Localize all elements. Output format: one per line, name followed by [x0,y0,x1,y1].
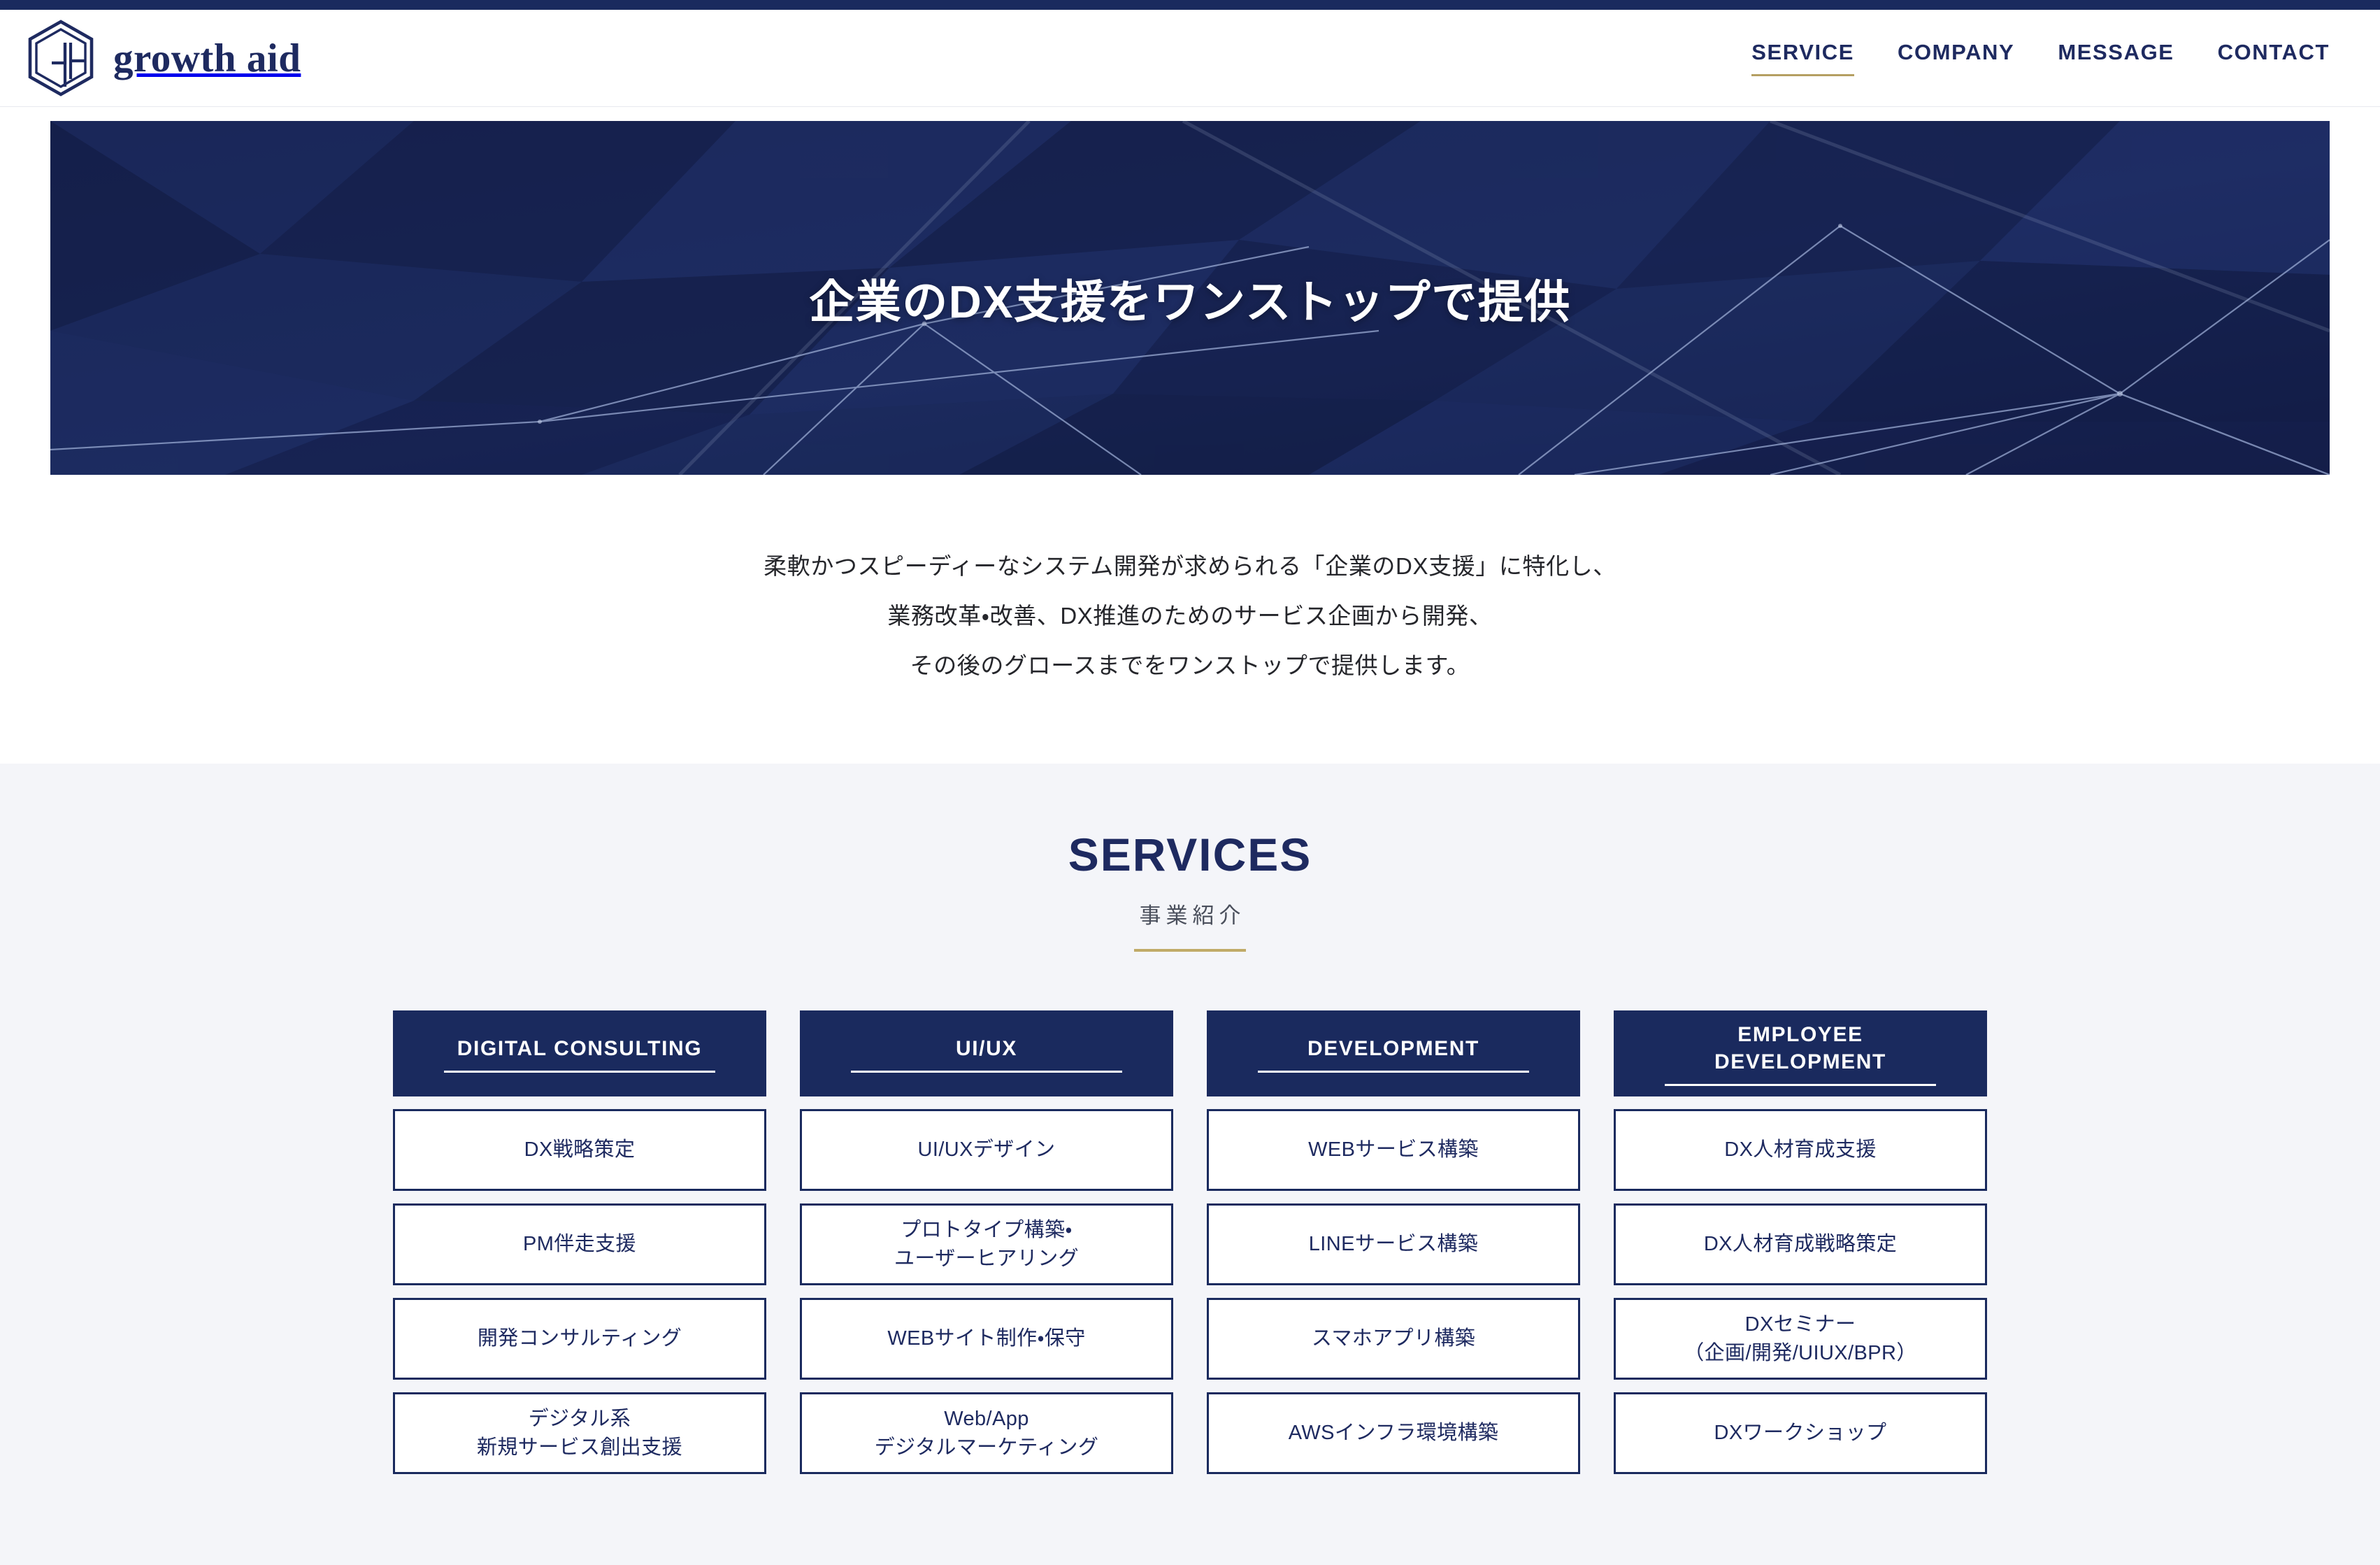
service-card-header: EMPLOYEE DEVELOPMENT [1614,1010,1987,1097]
service-card-header-rule [444,1070,715,1073]
nav-item-service[interactable]: SERVICE [1751,40,1854,76]
service-item[interactable]: WEBサービス構築 [1207,1109,1580,1192]
service-card-employee-development: EMPLOYEE DEVELOPMENT DX人材育成支援 DX人材育成戦略策定… [1614,1010,1987,1475]
service-card-header: DEVELOPMENT [1207,1010,1580,1097]
nav-item-contact[interactable]: CONTACT [2218,40,2330,76]
service-item-label: 開発コンサルティング [477,1327,682,1350]
service-item[interactable]: UI/UXデザイン [800,1109,1173,1192]
service-item[interactable]: 開発コンサルティング [393,1298,766,1380]
service-item-label: スマホアプリ構築 [1311,1327,1476,1350]
service-item[interactable]: WEBサイト制作・保守 [800,1298,1173,1380]
services-title: SERVICES [1068,828,1312,880]
intro-line-3: その後のグロースまでをワンストップで提供します。 [910,652,1470,678]
service-card-ui-ux: UI/UX UI/UXデザイン プロトタイプ構築・ ユーザーヒアリング WEBサ… [800,1010,1173,1475]
service-item-label: PM伴走支援 [523,1233,636,1256]
service-item[interactable]: DX人材育成戦略策定 [1614,1203,1987,1286]
service-item-label: WEBサービス構築 [1308,1138,1479,1162]
service-item[interactable]: PM伴走支援 [393,1203,766,1286]
service-item[interactable]: Web/App デジタルマーケティング [800,1392,1173,1475]
service-card-header-rule [1258,1070,1529,1073]
service-item[interactable]: DXワークショップ [1614,1392,1987,1475]
hero-banner: 企業のDX支援をワンストップで提供 [50,121,2330,475]
brand-name: growth aid [113,36,301,80]
nav-item-message[interactable]: MESSAGE [2058,40,2174,76]
service-item[interactable]: DXセミナー （企画/開発/UIUX/BPR） [1614,1298,1987,1380]
service-item-label: AWSインフラ環境構築 [1288,1422,1499,1445]
service-item[interactable]: DX戦略策定 [393,1109,766,1192]
service-card-development: DEVELOPMENT WEBサービス構築 LINEサービス構築 スマホアプリ構… [1207,1010,1580,1475]
service-item[interactable]: プロトタイプ構築・ ユーザーヒアリング [800,1203,1173,1286]
service-item[interactable]: AWSインフラ環境構築 [1207,1392,1580,1475]
service-card-header-label: DIGITAL CONSULTING [457,1036,703,1060]
intro-line-1: 柔軟かつスピーディーなシステム開発が求められる「企業のDX支援」に特化し、 [764,553,1616,579]
service-item-label: Web/App デジタルマーケティング [874,1407,1099,1459]
hexagon-ga-monogram-icon [28,20,94,97]
service-item-label: プロトタイプ構築・ ユーザーヒアリング [894,1218,1080,1270]
brand-logo-link[interactable]: growth aid [27,19,301,97]
services-gold-divider [1134,949,1246,952]
service-item-label: デジタル系 新規サービス創出支援 [476,1407,682,1459]
service-card-header-label: EMPLOYEE DEVELOPMENT [1714,1023,1886,1074]
services-subtitle: 事業紹介 [1139,903,1246,929]
service-item-label: DX人材育成戦略策定 [1703,1233,1898,1256]
service-card-header-label: DEVELOPMENT [1307,1036,1479,1060]
service-card-digital-consulting: DIGITAL CONSULTING DX戦略策定 PM伴走支援 開発コンサルテ… [393,1010,766,1475]
services-card-grid: DIGITAL CONSULTING DX戦略策定 PM伴走支援 開発コンサルテ… [0,1010,2380,1475]
service-item-label: UI/UXデザイン [917,1138,1056,1162]
site-header: growth aid SERVICE COMPANY MESSAGE CONTA… [0,10,2380,107]
service-item[interactable]: LINEサービス構築 [1207,1203,1580,1286]
service-card-header-rule [1665,1084,1936,1087]
service-item[interactable]: DX人材育成支援 [1614,1109,1987,1192]
services-heading-block: SERVICES 事業紹介 [0,829,2380,952]
service-item-label: WEBサイト制作・保守 [887,1327,1086,1350]
intro-section: 柔軟かつスピーディーなシステム開発が求められる「企業のDX支援」に特化し、 業務… [0,475,2380,764]
service-item-label: DXワークショップ [1714,1422,1887,1445]
service-card-header-label: UI/UX [955,1036,1017,1060]
service-card-header: DIGITAL CONSULTING [393,1010,766,1097]
hero-section: 企業のDX支援をワンストップで提供 [0,107,2380,475]
hero-title: 企業のDX支援をワンストップで提供 [809,276,1571,327]
service-item-label: LINEサービス構築 [1308,1233,1479,1256]
intro-line-2: 業務改革・改善、DX推進のためのサービス企画から開発、 [887,602,1493,629]
service-item-label: DXセミナー （企画/開発/UIUX/BPR） [1684,1313,1917,1364]
nav-item-company[interactable]: COMPANY [1898,40,2014,76]
main-navigation: SERVICE COMPANY MESSAGE CONTACT [1751,40,2337,76]
service-item[interactable]: デジタル系 新規サービス創出支援 [393,1392,766,1475]
service-item-label: DX戦略策定 [524,1138,636,1162]
service-item-label: DX人材育成支援 [1724,1138,1877,1162]
service-item[interactable]: スマホアプリ構築 [1207,1298,1580,1380]
service-card-header-rule [851,1070,1122,1073]
service-card-header: UI/UX [800,1010,1173,1097]
top-accent-strip [0,0,2380,10]
services-section: SERVICES 事業紹介 DIGITAL CONSULTING DX戦略策定 … [0,763,2380,1565]
